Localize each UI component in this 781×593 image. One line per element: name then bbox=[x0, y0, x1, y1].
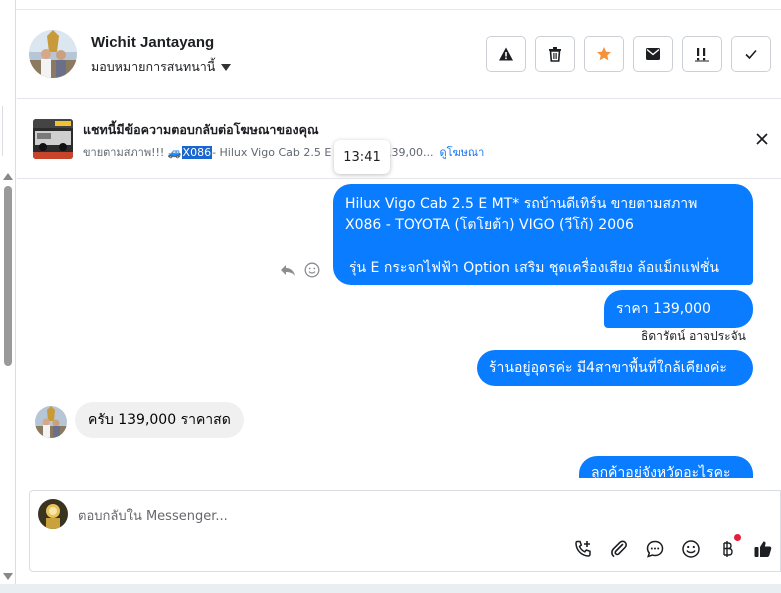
outgoing-message[interactable]: ลูกค้าอยู่จังหวัดอะไรคะ bbox=[579, 456, 753, 478]
contact-avatar-small[interactable] bbox=[35, 406, 67, 438]
smiley-icon bbox=[682, 540, 700, 558]
thumbs-up-icon bbox=[754, 541, 772, 557]
ad-context-summary: ขายตามสภาพ!!! 🚙 X086 - Hilux Vigo Cab 2.… bbox=[83, 143, 484, 161]
composer-tools bbox=[571, 534, 775, 561]
emoji-button[interactable] bbox=[679, 537, 703, 561]
saved-replies-button[interactable] bbox=[643, 537, 667, 561]
follow-up-button[interactable] bbox=[682, 36, 722, 72]
reply-input[interactable] bbox=[78, 505, 578, 527]
close-ad-context-button[interactable] bbox=[754, 131, 770, 147]
messenger-conversation: Wichit Jantayang มอบหมายการสนทนานี้ แชทน… bbox=[0, 0, 781, 593]
delete-button[interactable] bbox=[535, 36, 575, 72]
ad-highlight-code: X086 bbox=[181, 145, 213, 159]
conversation-actions bbox=[486, 36, 771, 72]
page-avatar bbox=[38, 499, 68, 529]
ad-context-title: แชทนี้มีข้อความตอบกลับต่อโฆษณาของคุณ bbox=[83, 122, 319, 137]
phone-plus-icon bbox=[575, 540, 591, 557]
left-panel-edge bbox=[0, 106, 3, 156]
payment-button[interactable] bbox=[715, 534, 741, 561]
star-button[interactable] bbox=[584, 36, 624, 72]
contact-name[interactable]: Wichit Jantayang bbox=[91, 34, 214, 51]
sender-name: ธิดารัตน์ อาจประจัน bbox=[641, 329, 746, 343]
spam-button[interactable] bbox=[486, 36, 526, 72]
message-line: รุ่น E กระจกไฟฟ้า Option เสริม ชุดเครื่อ… bbox=[349, 260, 719, 276]
trash-icon bbox=[549, 47, 561, 62]
incoming-message[interactable]: ครับ 139,000 ราคาสด bbox=[75, 402, 244, 438]
ad-thumbnail[interactable] bbox=[33, 119, 73, 159]
assign-label: มอบหมายการสนทนานี้ bbox=[91, 59, 216, 74]
view-ad-link[interactable]: ดูโฆษณา bbox=[439, 143, 484, 161]
mark-done-button[interactable] bbox=[731, 36, 771, 72]
close-icon bbox=[756, 133, 768, 145]
paperclip-icon bbox=[611, 540, 627, 557]
outgoing-message[interactable]: Hilux Vigo Cab 2.5 E MT* รถบ้านดีเทิร์น … bbox=[333, 184, 753, 285]
priority-icon bbox=[695, 48, 709, 62]
message-thread[interactable]: Hilux Vigo Cab 2.5 E MT* รถบ้านดีเทิร์น … bbox=[17, 180, 781, 478]
bottom-edge bbox=[0, 584, 781, 593]
message-line: Hilux Vigo Cab 2.5 E MT* รถบ้านดีเทิร์น … bbox=[345, 196, 698, 212]
chevron-down-icon bbox=[221, 63, 232, 71]
notification-dot bbox=[734, 534, 741, 541]
timestamp-tooltip: 13:41 bbox=[334, 140, 390, 174]
ad-text-after: - Hilux Vigo Cab 2.5 E bbox=[212, 145, 332, 159]
reply-composer bbox=[29, 490, 781, 572]
scroll-down-arrow-icon[interactable] bbox=[3, 573, 13, 580]
outgoing-message[interactable]: ร้านอยู่อุดรค่ะ มี4สาขาพื้นที่ใกล้เคียงค… bbox=[477, 350, 753, 386]
assign-conversation-dropdown[interactable]: มอบหมายการสนทนานี้ bbox=[91, 57, 232, 77]
conversation-header: Wichit Jantayang มอบหมายการสนทนานี้ bbox=[17, 10, 781, 99]
ad-context-bar: แชทนี้มีข้อความตอบกลับต่อโฆษณาของคุณ ขาย… bbox=[17, 100, 781, 179]
call-button[interactable] bbox=[571, 537, 595, 561]
react-emoji-icon[interactable] bbox=[304, 262, 320, 282]
contact-avatar[interactable] bbox=[29, 30, 77, 78]
send-like-button[interactable] bbox=[751, 537, 775, 561]
chat-bubble-icon bbox=[646, 540, 664, 558]
star-icon bbox=[597, 47, 611, 61]
baht-icon bbox=[723, 541, 733, 557]
check-icon bbox=[745, 49, 757, 60]
envelope-icon bbox=[646, 48, 660, 60]
warning-icon bbox=[499, 47, 513, 61]
message-line: X086 - TOYOTA (โตโยต้า) VIGO (วีโก้) 200… bbox=[345, 217, 634, 233]
outgoing-message[interactable]: ราคา 139,000 บาท bbox=[604, 290, 753, 355]
mark-unread-button[interactable] bbox=[633, 36, 673, 72]
scroll-up-arrow-icon[interactable] bbox=[3, 173, 13, 180]
attach-button[interactable] bbox=[607, 537, 631, 561]
scrollbar-thumb[interactable] bbox=[4, 186, 12, 366]
reply-icon[interactable] bbox=[280, 262, 296, 281]
ad-text-before: ขายตามสภาพ!!! 🚙 bbox=[83, 146, 182, 159]
